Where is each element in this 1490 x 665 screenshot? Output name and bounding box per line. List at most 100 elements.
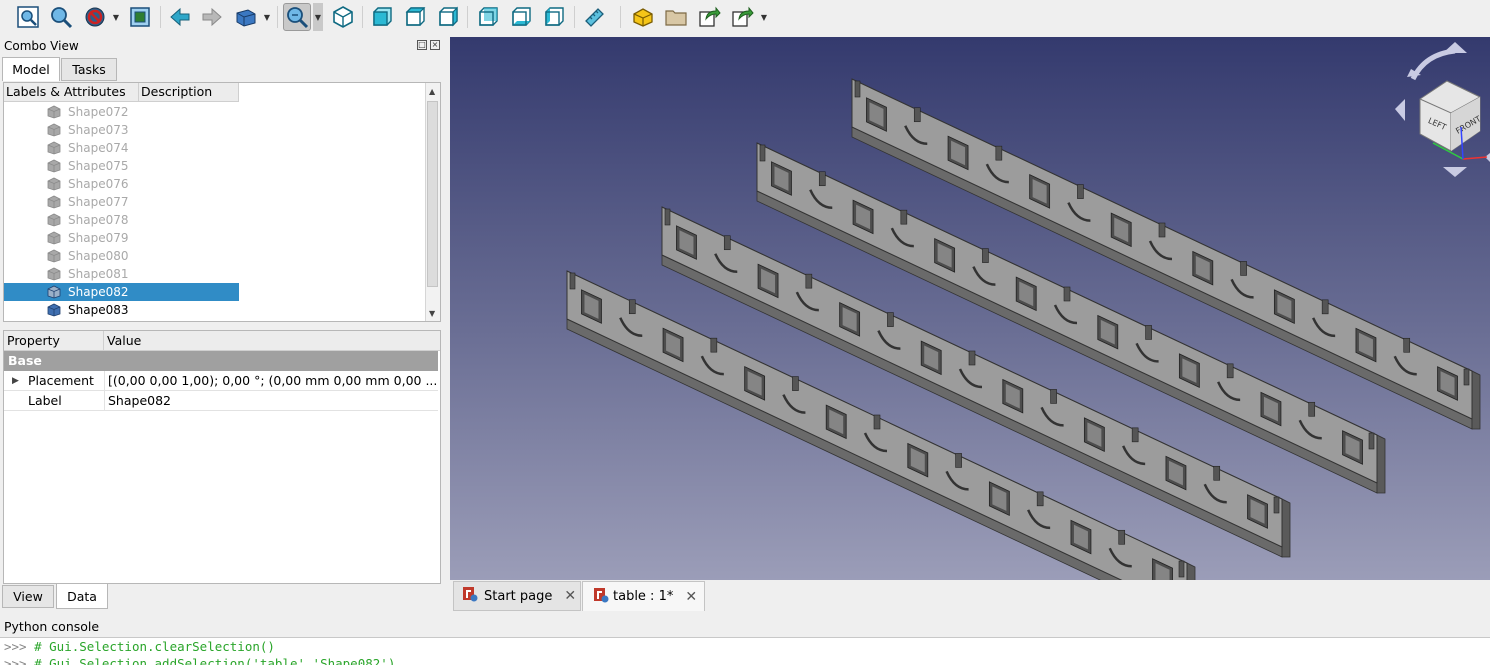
rail-slot <box>1308 401 1316 417</box>
tab-view[interactable]: View <box>2 585 54 608</box>
tree-item[interactable]: Shape079 <box>4 229 239 247</box>
tab-table-document[interactable]: table : 1* ✕ <box>582 581 705 611</box>
tab-label: Start page <box>484 588 553 604</box>
fit-selection-icon[interactable] <box>47 3 75 31</box>
property-header-name[interactable]: Property <box>4 331 104 351</box>
left-view-icon[interactable] <box>540 3 568 31</box>
property-value[interactable]: [(0,00 0,00 1,00); 0,00 °; (0,00 mm 0,00… <box>108 371 436 391</box>
property-name: Placement <box>28 373 94 388</box>
rotate-down-arrow-icon <box>1443 167 1467 177</box>
tab-model[interactable]: Model <box>2 57 60 81</box>
tree-item[interactable]: Shape075 <box>4 157 239 175</box>
tree-item-label: Shape073 <box>68 123 129 137</box>
tree-item-label: Shape076 <box>68 177 129 191</box>
tree-item[interactable]: Shape076 <box>4 175 239 193</box>
tree-item[interactable]: Shape082 <box>4 283 239 301</box>
tree-item[interactable]: Shape080 <box>4 247 239 265</box>
sync-view-icon[interactable] <box>232 3 260 31</box>
link-actions-icon[interactable] <box>728 3 756 31</box>
3d-viewport[interactable]: LEFT FRONT <box>450 37 1490 580</box>
tab-label: table : 1* <box>613 589 674 604</box>
link-icon[interactable] <box>695 3 723 31</box>
close-tab-icon[interactable]: ✕ <box>564 588 576 604</box>
tree-header-labels[interactable]: Labels & Attributes <box>4 83 139 102</box>
tab-tasks[interactable]: Tasks <box>61 58 117 81</box>
tree-item[interactable]: Shape077 <box>4 193 239 211</box>
rail-slot <box>1077 184 1084 199</box>
rail-slot <box>1321 299 1329 315</box>
rail-slot <box>805 273 813 289</box>
tree-item-label: Shape075 <box>68 159 129 173</box>
right-view-icon[interactable] <box>434 3 462 31</box>
tab-start-page[interactable]: Start page ✕ <box>453 581 581 611</box>
measure-icon[interactable] <box>580 3 608 31</box>
tree-item-label: Shape083 <box>68 303 129 317</box>
expand-arrow-icon[interactable]: ▶ <box>12 371 19 391</box>
navigation-cube[interactable]: LEFT FRONT <box>1385 39 1490 189</box>
shape-icon <box>47 195 61 209</box>
model-tree: Labels & Attributes Description Shape072… <box>3 82 441 322</box>
tree-scrollbar[interactable]: ▲ ▼ <box>425 83 440 321</box>
part-icon[interactable] <box>629 3 657 31</box>
tree-item-label: Shape078 <box>68 213 129 227</box>
tree-item[interactable]: Shape083 <box>4 301 239 319</box>
front-view-icon[interactable] <box>368 3 396 31</box>
tree-header-description[interactable]: Description <box>139 83 239 102</box>
rail-slot <box>1050 389 1057 404</box>
tree-item-label: Shape079 <box>68 231 129 245</box>
shape-icon <box>47 231 61 245</box>
zoom-dropdown-icon[interactable]: ▼ <box>313 3 323 31</box>
forward-icon[interactable] <box>198 3 226 31</box>
folder-icon[interactable] <box>662 3 690 31</box>
rail-slot <box>1226 363 1234 379</box>
rail-slot <box>628 299 636 315</box>
property-name: Label <box>28 393 62 408</box>
float-panel-icon[interactable]: □ <box>417 40 427 50</box>
property-value[interactable]: Shape082 <box>108 391 171 411</box>
property-group-base[interactable]: Base <box>4 351 438 371</box>
rail-slot <box>968 350 976 366</box>
top-view-icon[interactable] <box>401 3 429 31</box>
rotate-left-triangle-icon <box>1395 99 1405 121</box>
rail-slot <box>1240 261 1247 276</box>
tab-data[interactable]: Data <box>56 584 108 609</box>
fit-all-icon[interactable] <box>14 3 42 31</box>
python-console[interactable]: >>> # Gui.Selection.clearSelection() >>>… <box>0 637 1490 665</box>
property-row-label[interactable]: Label Shape082 <box>4 391 438 411</box>
model-geometry[interactable] <box>450 37 1490 580</box>
rail-slot <box>1403 337 1411 353</box>
bounding-box-icon[interactable] <box>126 3 154 31</box>
zoom-icon[interactable] <box>283 3 311 31</box>
isometric-icon[interactable] <box>329 3 357 31</box>
close-panel-icon[interactable]: × <box>430 40 440 50</box>
freecad-icon <box>593 587 609 607</box>
rail-slot <box>873 414 881 430</box>
rotate-up-arrow-icon <box>1443 42 1467 53</box>
rail-slot <box>1063 286 1071 302</box>
tree-item[interactable]: Shape074 <box>4 139 239 157</box>
tree-item[interactable]: Shape078 <box>4 211 239 229</box>
draw-style-dropdown-icon[interactable]: ▼ <box>111 3 121 31</box>
rail-slot <box>887 312 894 327</box>
rail-slot <box>710 337 718 353</box>
rail-slot <box>792 376 799 391</box>
back-icon[interactable] <box>166 3 194 31</box>
tree-item[interactable]: Shape081 <box>4 265 239 283</box>
rail-slot <box>1036 491 1044 507</box>
rail-slot <box>1158 222 1166 238</box>
rail-slot <box>955 453 962 468</box>
rail-slot <box>1118 529 1126 545</box>
bottom-view-icon[interactable] <box>507 3 535 31</box>
property-row-placement[interactable]: ▶ Placement [(0,00 0,00 1,00); 0,00 °; (… <box>4 371 438 391</box>
link-actions-dropdown-icon[interactable]: ▼ <box>759 3 769 31</box>
shape-icon <box>47 303 61 317</box>
tree-item[interactable]: Shape073 <box>4 121 239 139</box>
draw-style-icon[interactable] <box>81 3 109 31</box>
rear-view-icon[interactable] <box>474 3 502 31</box>
property-header-value[interactable]: Value <box>104 331 440 351</box>
close-tab-icon[interactable]: ✕ <box>685 589 697 605</box>
shape-icon <box>47 177 61 191</box>
rail-slot <box>982 248 989 263</box>
tree-item[interactable]: Shape072 <box>4 103 239 121</box>
sync-view-dropdown-icon[interactable]: ▼ <box>262 3 272 31</box>
